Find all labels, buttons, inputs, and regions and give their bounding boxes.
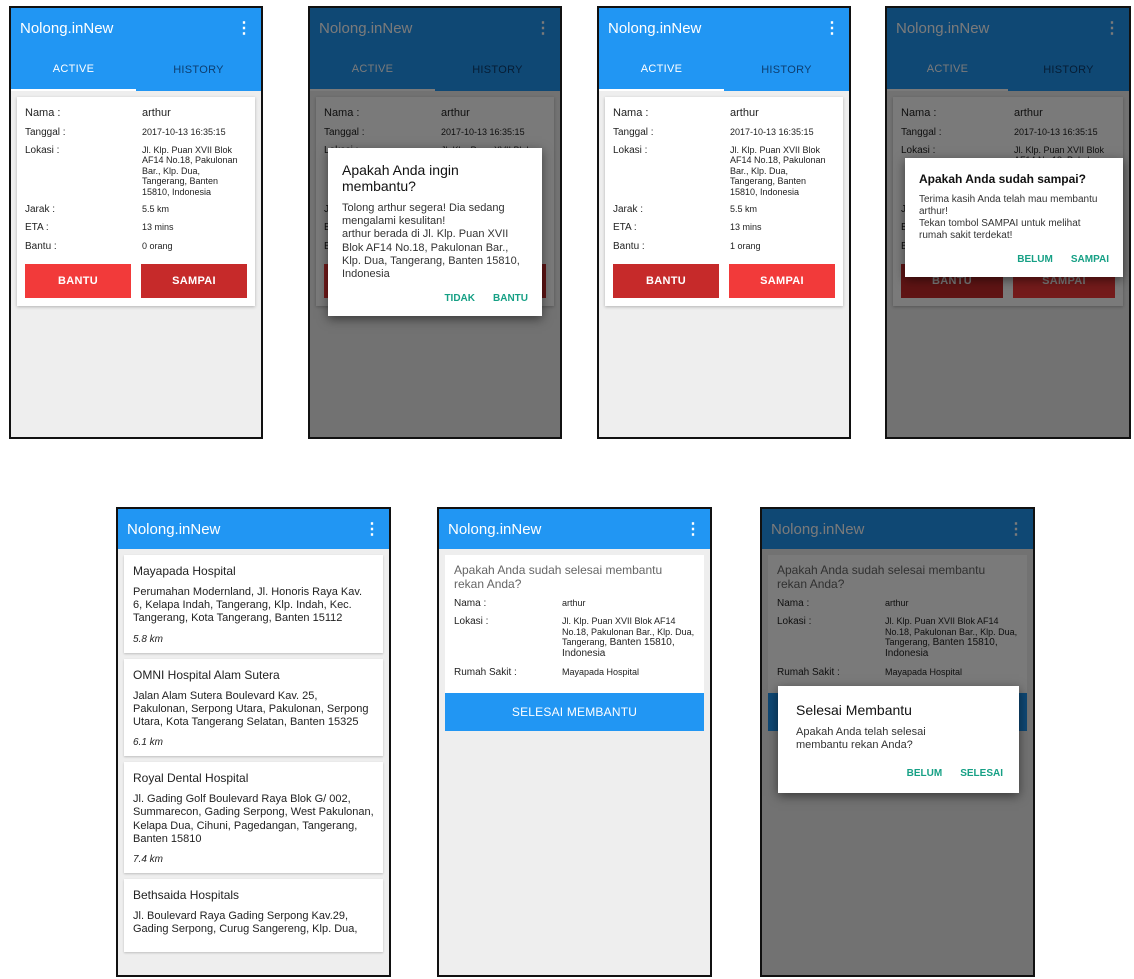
label-nama: Nama : [454, 597, 487, 609]
label-nama: Nama : [25, 107, 61, 119]
value-jarak: 5.5 km [142, 203, 170, 214]
value-bantu: 1 orang [730, 240, 761, 251]
app-title: Nolong.inNew [127, 520, 221, 538]
screen-sampai-dialog: Nolong.inNew ⋮ ACTIVE HISTORY Nama :arth… [885, 6, 1131, 439]
value-tanggal: 2017-10-13 16:35:15 [142, 126, 226, 137]
dialog-message: Tolong arthur segera! Dia sedang mengala… [342, 202, 520, 280]
tab-active[interactable]: ACTIVE [599, 48, 724, 91]
finish-title: Apakah Anda sudah selesai membantu rekan… [454, 563, 663, 592]
label-rumah-sakit: Rumah Sakit : [454, 666, 517, 678]
value-lokasi: Jl. Klp. Puan XVII Blok AF14 No.18, Paku… [730, 145, 826, 197]
label-jarak: Jarak : [613, 203, 644, 215]
hospital-name: Mayapada Hospital [133, 564, 236, 578]
overflow-menu-icon[interactable]: ⋮ [236, 18, 252, 38]
app-bar: Nolong.inNew ⋮ [599, 8, 849, 48]
hospital-address: Jalan Alam Sutera Boulevard Kav. 25, Pak… [133, 689, 369, 728]
value-rumah-sakit: Mayapada Hospital [562, 666, 640, 677]
screen-active-after: Nolong.inNew ⋮ ACTIVE HISTORY Nama : arth… [597, 6, 851, 439]
screen-selesai-dialog: Nolong.inNew ⋮ Apakah Anda sudah selesai… [760, 507, 1035, 977]
sampai-dialog: Apakah Anda sudah sampai? Terima kasih A… [905, 158, 1123, 277]
value-eta: 13 mins [730, 222, 762, 233]
overflow-menu-icon[interactable]: ⋮ [824, 18, 840, 38]
tab-history[interactable]: HISTORY [724, 48, 849, 91]
sampai-button[interactable]: SAMPAI [729, 264, 835, 299]
dialog-message: Terima kasih Anda telah mau membantu art… [919, 194, 1098, 241]
hospital-item[interactable]: Bethsaida Hospitals Jl. Boulevard Raya G… [124, 878, 383, 953]
screen-active-before: Nolong.inNew ⋮ ACTIVE HISTORY Nama : arth… [9, 6, 263, 439]
finish-panel: Apakah Anda sudah selesai membantu rekan… [445, 555, 704, 694]
app-bar: Nolong.inNew ⋮ [439, 509, 710, 549]
value-jarak: 5.5 km [730, 203, 758, 214]
screen-finish: Nolong.inNew ⋮ Apakah Anda sudah selesai… [437, 507, 712, 977]
hospital-name: Bethsaida Hospitals [133, 887, 240, 902]
tab-bar: ACTIVE HISTORY [599, 48, 849, 91]
dialog-sampai-button[interactable]: SAMPAI [1071, 254, 1109, 265]
overflow-menu-icon[interactable]: ⋮ [364, 519, 380, 539]
hospital-distance: 6.1 km [133, 737, 164, 749]
tab-active[interactable]: ACTIVE [11, 48, 136, 91]
value-lokasi: Jl. Klp. Puan XVII Blok AF14 No.18, Paku… [562, 616, 695, 660]
hospital-address: Jl. Gading Golf Boulevard Raya Blok G/ 0… [133, 793, 374, 845]
value-eta: 13 mins [142, 222, 174, 233]
app-bar: Nolong.inNew ⋮ [118, 509, 389, 549]
label-nama: Nama : [613, 107, 649, 119]
selesai-button[interactable]: SELESAI [960, 768, 1003, 779]
value-nama: arthur [562, 597, 586, 608]
hospital-address: Jl. Boulevard Raya Gading Serpong Kav.29… [133, 909, 358, 936]
selesai-membantu-button[interactable]: SELESAI MEMBANTU [445, 693, 704, 732]
hospital-item[interactable]: OMNI Hospital Alam Sutera Jalan Alam Sut… [124, 658, 383, 757]
label-bantu: Bantu : [613, 240, 645, 252]
dialog-bantu-button[interactable]: BANTU [493, 293, 528, 304]
label-lokasi: Lokasi : [613, 145, 648, 157]
hospital-name: Royal Dental Hospital [133, 771, 249, 786]
label-lokasi: Lokasi : [25, 145, 60, 157]
label-bantu: Bantu : [25, 240, 57, 252]
tab-history[interactable]: HISTORY [136, 48, 261, 91]
request-card: Nama : arthur Tanggal : 2017-10-13 16:35:1… [605, 97, 843, 307]
hospital-item[interactable]: Royal Dental Hospital Jl. Gading Golf Bo… [124, 762, 383, 873]
value-tanggal: 2017-10-13 16:35:15 [730, 126, 814, 137]
hospital-item[interactable]: Mayapada Hospital Perumahan Modernland, … [124, 555, 383, 653]
label-jarak: Jarak : [25, 203, 56, 215]
screen-hospital-list: Nolong.inNew ⋮ Mayapada Hospital Perumah… [116, 507, 391, 977]
hospital-name: OMNI Hospital Alam Sutera [133, 667, 280, 682]
label-eta: ETA : [25, 222, 49, 234]
app-bar: Nolong.inNew ⋮ [11, 8, 261, 48]
dialog-title: Apakah Anda sudah sampai? [919, 172, 1086, 186]
label-eta: ETA : [613, 222, 637, 234]
app-title: Nolong.inNew [608, 19, 702, 37]
label-tanggal: Tanggal : [613, 126, 654, 138]
app-title: Nolong.inNew [448, 520, 542, 538]
value-nama: arthur [142, 107, 171, 119]
dialog-title: Selesai Membantu [796, 702, 912, 718]
value-nama: arthur [730, 107, 759, 119]
sampai-button[interactable]: SAMPAI [141, 264, 247, 299]
request-card: Nama : arthur Tanggal : 2017-10-13 16:35:1… [17, 97, 255, 307]
belum-button[interactable]: BELUM [907, 768, 943, 779]
value-bantu: 0 orang [142, 240, 173, 251]
dialog-message: Apakah Anda telah selesai membantu rekan… [796, 726, 926, 752]
tab-bar: ACTIVE HISTORY [11, 48, 261, 91]
bantu-dialog: Apakah Anda ingin membantu? Tolong arthu… [328, 148, 542, 317]
dialog-title: Apakah Anda ingin membantu? [342, 162, 459, 194]
hospital-address: Perumahan Modernland, Jl. Honoris Raya K… [133, 586, 363, 625]
hospital-distance: 7.4 km [133, 853, 164, 865]
tidak-button[interactable]: TIDAK [444, 293, 475, 304]
overflow-menu-icon[interactable]: ⋮ [685, 519, 701, 539]
app-title: Nolong.inNew [20, 19, 114, 37]
bantu-button[interactable]: BANTU [613, 264, 719, 299]
screen-bantu-dialog: Nolong.inNew ⋮ ACTIVE HISTORY Nama :arth… [308, 6, 562, 439]
selesai-dialog: Selesai Membantu Apakah Anda telah seles… [778, 686, 1019, 794]
value-lokasi: Jl. Klp. Puan XVII Blok AF14 No.18, Paku… [142, 145, 238, 197]
label-lokasi: Lokasi : [454, 616, 489, 628]
label-tanggal: Tanggal : [25, 126, 66, 138]
bantu-button[interactable]: BANTU [25, 264, 131, 299]
hospital-distance: 5.8 km [133, 633, 164, 645]
belum-button[interactable]: BELUM [1017, 254, 1053, 265]
